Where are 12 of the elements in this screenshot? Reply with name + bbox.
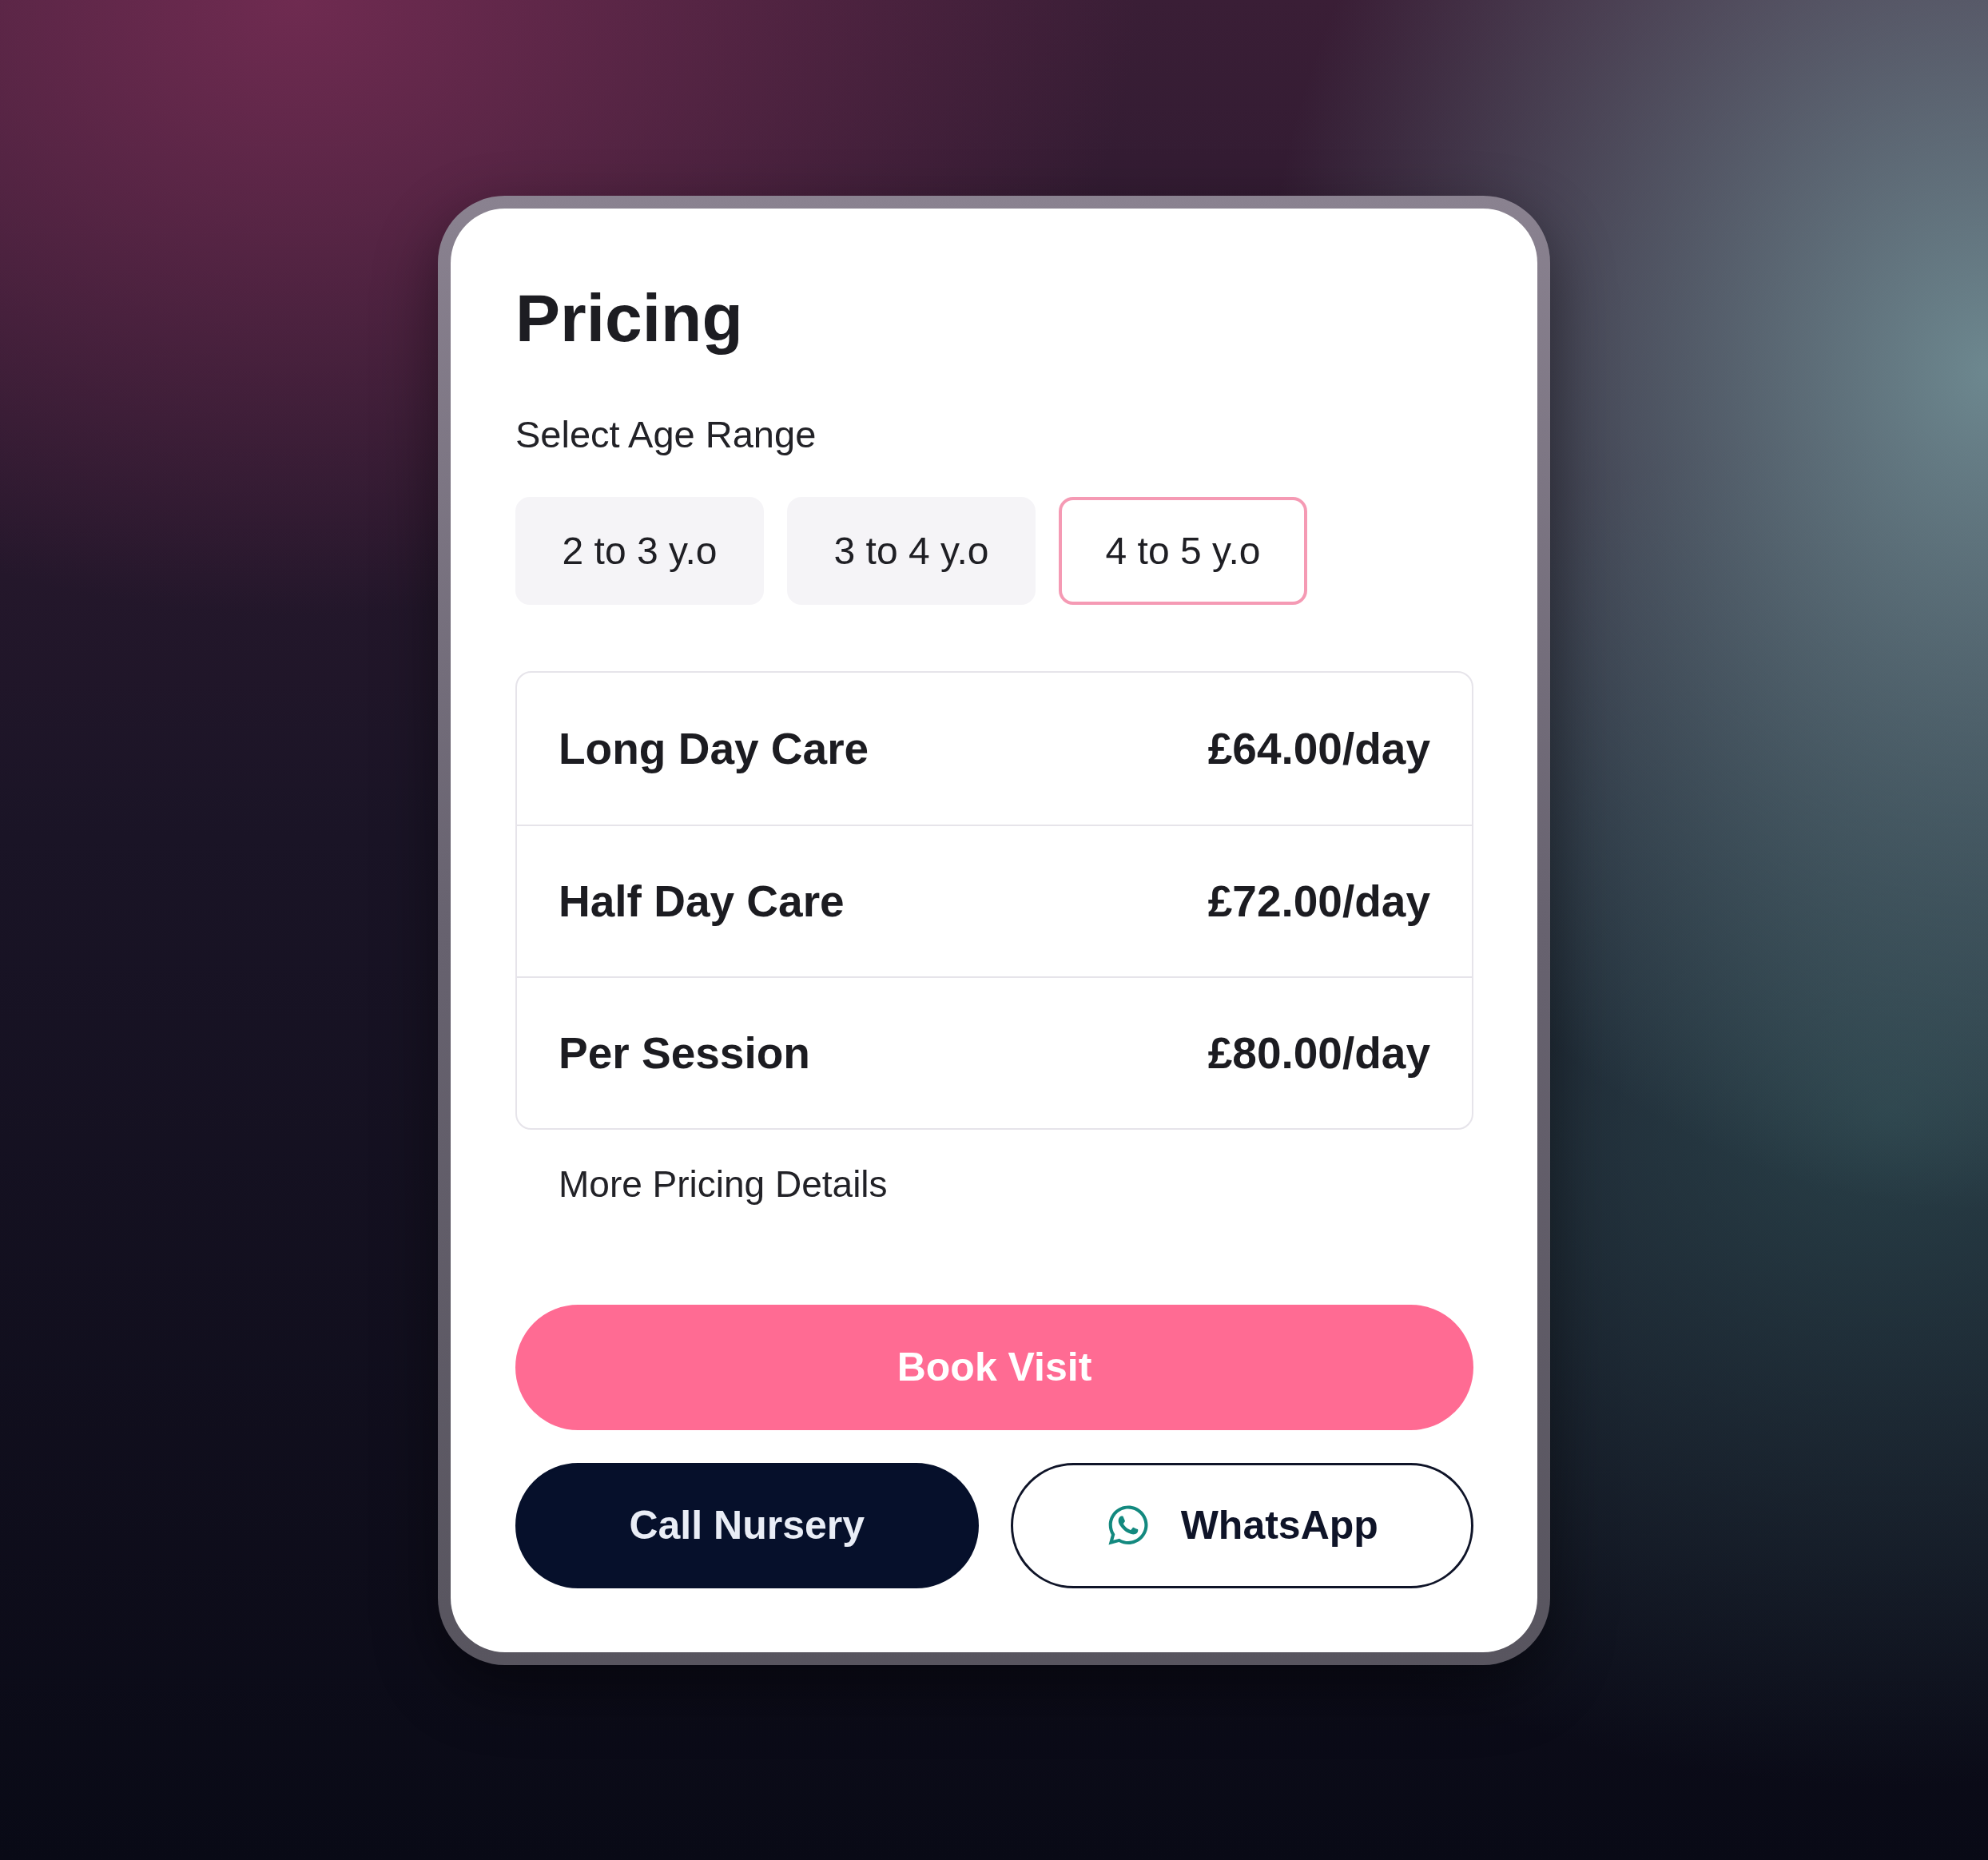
card-title: Pricing xyxy=(515,282,744,353)
age-range-option[interactable]: 2 to 3 y.o xyxy=(515,496,764,605)
price-name: Half Day Care xyxy=(559,875,845,927)
chat-button[interactable]: WhatsApp xyxy=(1010,1462,1473,1588)
age-range-option[interactable]: 4 to 5 y.o xyxy=(1059,496,1307,605)
price-value: £72.00/day xyxy=(1207,875,1430,927)
price-value: £80.00/day xyxy=(1207,1027,1430,1079)
call-button[interactable]: Call Nursery xyxy=(515,1462,979,1588)
price-value: £64.00/day xyxy=(1207,722,1430,774)
price-name: Long Day Care xyxy=(559,722,869,774)
price-name: Per Session xyxy=(559,1027,810,1079)
age-range-option[interactable]: 3 to 4 y.o xyxy=(787,496,1036,605)
